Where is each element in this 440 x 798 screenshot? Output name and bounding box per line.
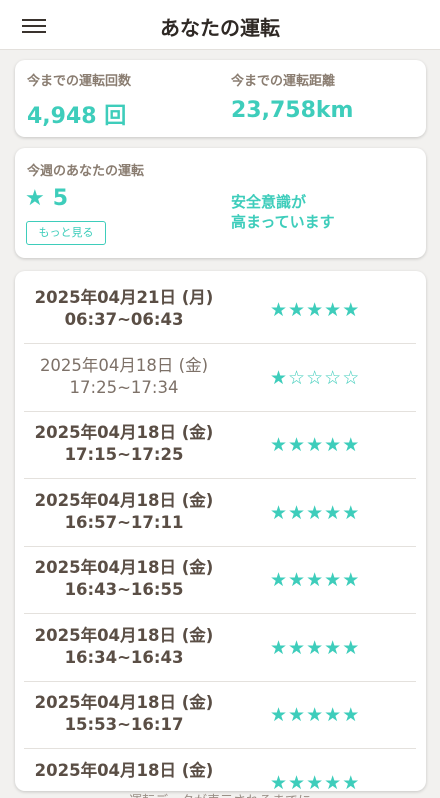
drive-time: 16:57~17:11 bbox=[64, 512, 184, 532]
drive-rating-stars: ★★★★★ bbox=[270, 704, 360, 726]
star-filled-icon: ★ bbox=[342, 704, 361, 726]
drive-rating-stars: ★★★★★ bbox=[270, 569, 360, 591]
drive-history-row[interactable]: 2025年04月18日 (金) 16:34~16:43 ★★★★★ bbox=[24, 615, 416, 682]
weekly-driving-card: 今週のあなたの運転 ★ 5 もっと見る 安全意識が 高まっています bbox=[15, 148, 426, 258]
weekly-score-value: 5 bbox=[52, 186, 69, 211]
drive-history-row[interactable]: 2025年04月18日 (金) 16:57~17:11 ★★★★★ bbox=[24, 480, 416, 547]
star-filled-icon: ★ bbox=[288, 569, 307, 591]
drive-rating-stars: ★☆☆☆☆ bbox=[270, 367, 360, 389]
drive-time: 16:34~16:43 bbox=[64, 647, 184, 667]
drive-time: 15:53~16:17 bbox=[64, 715, 184, 734]
star-empty-icon: ☆ bbox=[342, 366, 361, 389]
drive-datetime: 2025年04月18日 (金) 16:34~16:43 bbox=[24, 625, 224, 669]
drive-date: 2025年04月18日 (金) bbox=[34, 760, 214, 780]
drive-rating-stars: ★★★★★ bbox=[270, 434, 360, 456]
star-filled-icon: ★ bbox=[270, 501, 289, 524]
drive-date: 2025年04月18日 (金) bbox=[34, 625, 214, 645]
footer-note: 運転データが表示されるまでに bbox=[0, 790, 440, 798]
drive-history-row[interactable]: 2025年04月18日 (金) 15:53~16:17 ★★★★★ bbox=[24, 682, 416, 749]
drive-rating-stars: ★★★★★ bbox=[270, 772, 360, 792]
drive-date: 2025年04月18日 (金) bbox=[39, 355, 209, 375]
star-filled-icon: ★ bbox=[288, 434, 307, 456]
weekly-message: 安全意識が 高まっています bbox=[231, 192, 411, 232]
star-filled-icon: ★ bbox=[324, 704, 343, 726]
drive-history-row[interactable]: 2025年04月18日 (金) 16:43~16:55 ★★★★★ bbox=[24, 547, 416, 614]
total-count-label: 今までの運転回数 bbox=[27, 74, 132, 89]
drive-rating-stars: ★★★★★ bbox=[270, 299, 360, 321]
star-filled-icon: ★ bbox=[324, 569, 343, 591]
star-filled-icon: ★ bbox=[288, 299, 307, 321]
star-filled-icon: ★ bbox=[306, 636, 325, 659]
star-filled-icon: ★ bbox=[342, 569, 361, 591]
drive-date: 2025年04月18日 (金) bbox=[34, 558, 214, 577]
drive-datetime: 2025年04月18日 (金) bbox=[24, 760, 224, 782]
total-distance-label: 今までの運転距離 bbox=[231, 74, 336, 89]
star-filled-icon: ★ bbox=[306, 771, 325, 792]
star-filled-icon: ★ bbox=[288, 771, 307, 792]
see-more-button[interactable]: もっと見る bbox=[26, 221, 106, 245]
drive-date: 2025年04月18日 (金) bbox=[34, 423, 214, 442]
star-filled-icon: ★ bbox=[306, 299, 325, 321]
drive-time: 17:15~17:25 bbox=[64, 445, 184, 464]
star-filled-icon: ★ bbox=[342, 501, 361, 524]
drive-datetime: 2025年04月18日 (金) 15:53~16:17 bbox=[24, 692, 224, 736]
star-filled-icon: ★ bbox=[342, 636, 361, 659]
star-empty-icon: ☆ bbox=[288, 366, 307, 389]
star-filled-icon: ★ bbox=[270, 771, 289, 792]
star-icon: ★ bbox=[25, 186, 45, 211]
star-filled-icon: ★ bbox=[324, 636, 343, 659]
drive-date: 2025年04月18日 (金) bbox=[34, 693, 214, 712]
drive-rating-stars: ★★★★★ bbox=[270, 637, 360, 659]
star-filled-icon: ★ bbox=[324, 434, 343, 456]
total-count-value: 4,948 回 bbox=[27, 104, 127, 129]
app-header: あなたの運転 bbox=[0, 0, 440, 50]
star-filled-icon: ★ bbox=[270, 366, 289, 389]
drive-history-row[interactable]: 2025年04月18日 (金) 17:25~17:34 ★☆☆☆☆ bbox=[24, 345, 416, 412]
drive-date: 2025年04月21日 (月) bbox=[34, 288, 214, 307]
star-filled-icon: ★ bbox=[288, 636, 307, 659]
drive-time: 16:43~16:55 bbox=[64, 580, 184, 599]
star-filled-icon: ★ bbox=[270, 569, 289, 591]
total-distance-value: 23,758km bbox=[231, 98, 354, 123]
star-filled-icon: ★ bbox=[342, 434, 361, 456]
drive-datetime: 2025年04月18日 (金) 17:25~17:34 bbox=[24, 355, 224, 399]
star-filled-icon: ★ bbox=[288, 704, 307, 726]
star-filled-icon: ★ bbox=[324, 501, 343, 524]
weekly-score: ★ 5 bbox=[25, 186, 68, 211]
weekly-driving-label: 今週のあなたの運転 bbox=[27, 164, 145, 179]
drive-history-list[interactable]: 2025年04月21日 (月) 06:37~06:43 ★★★★★ 2025年04月1… bbox=[15, 271, 426, 791]
star-empty-icon: ☆ bbox=[324, 366, 343, 389]
star-filled-icon: ★ bbox=[306, 704, 325, 726]
drive-history-row[interactable]: 2025年04月18日 (金) 17:15~17:25 ★★★★★ bbox=[24, 412, 416, 479]
star-filled-icon: ★ bbox=[270, 636, 289, 659]
star-filled-icon: ★ bbox=[270, 434, 289, 456]
drive-time: 06:37~06:43 bbox=[64, 310, 184, 329]
star-filled-icon: ★ bbox=[306, 434, 325, 456]
star-filled-icon: ★ bbox=[306, 501, 325, 524]
drive-history-row[interactable]: 2025年04月21日 (月) 06:37~06:43 ★★★★★ bbox=[24, 277, 416, 344]
star-empty-icon: ☆ bbox=[306, 366, 325, 389]
star-filled-icon: ★ bbox=[324, 771, 343, 792]
star-filled-icon: ★ bbox=[288, 501, 307, 524]
star-filled-icon: ★ bbox=[324, 299, 343, 321]
drive-datetime: 2025年04月18日 (金) 16:57~17:11 bbox=[24, 490, 224, 534]
star-filled-icon: ★ bbox=[270, 299, 289, 321]
drive-rating-stars: ★★★★★ bbox=[270, 502, 360, 524]
star-filled-icon: ★ bbox=[270, 704, 289, 726]
page-title: あなたの運転 bbox=[160, 16, 280, 40]
star-filled-icon: ★ bbox=[342, 771, 361, 792]
weekly-message-text: 安全意識が 高まっています bbox=[231, 193, 335, 231]
drive-time: 17:25~17:34 bbox=[69, 377, 179, 397]
drive-datetime: 2025年04月18日 (金) 17:15~17:25 bbox=[24, 422, 224, 466]
drive-history-row[interactable]: 2025年04月18日 (金) ★★★★★ bbox=[24, 750, 416, 792]
total-stats-card: 今までの運転回数 4,948 回 今までの運転距離 23,758km bbox=[15, 60, 426, 137]
drive-datetime: 2025年04月21日 (月) 06:37~06:43 bbox=[24, 287, 224, 331]
drive-datetime: 2025年04月18日 (金) 16:43~16:55 bbox=[24, 557, 224, 601]
drive-date: 2025年04月18日 (金) bbox=[34, 490, 214, 510]
star-filled-icon: ★ bbox=[306, 569, 325, 591]
star-filled-icon: ★ bbox=[342, 299, 361, 321]
